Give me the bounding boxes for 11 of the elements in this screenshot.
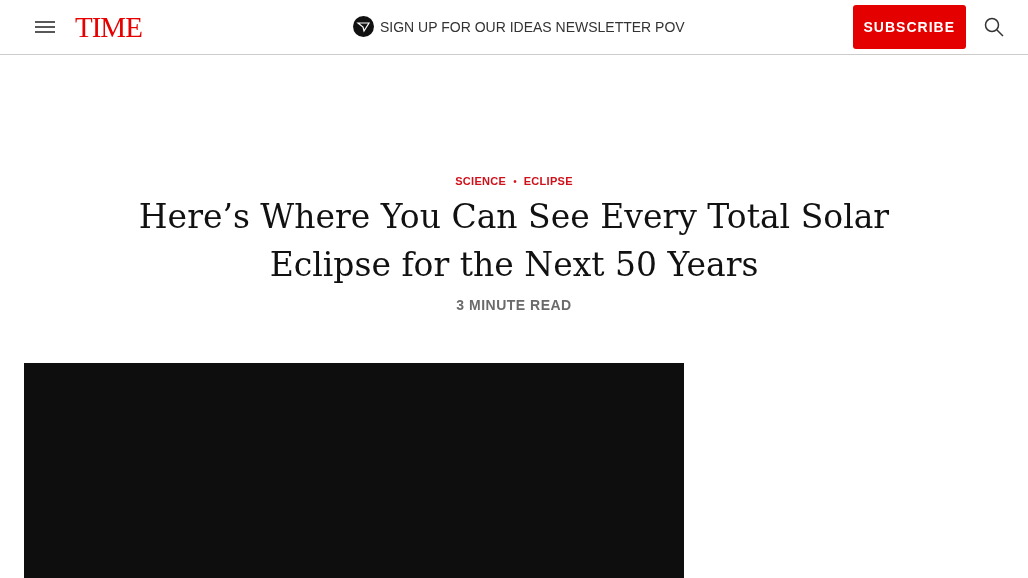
- category-tag[interactable]: SCIENCE: [455, 175, 507, 187]
- menu-icon[interactable]: [35, 21, 55, 33]
- search-icon[interactable]: [984, 17, 1004, 37]
- category-tag[interactable]: ECLIPSE: [523, 175, 573, 187]
- paper-plane-icon: [353, 16, 374, 37]
- tag-separator: •: [513, 175, 517, 187]
- newsletter-link[interactable]: SIGN UP FOR OUR IDEAS NEWSLETTER POV: [380, 18, 685, 35]
- logo[interactable]: TIME: [75, 12, 142, 42]
- subscribe-button[interactable]: SUBSCRIBE: [852, 5, 966, 49]
- article-title: Here’s Where You Can See Every Total Solar Eclipse for the Next 50 Years: [137, 196, 891, 286]
- read-time: 3 MINUTE READ: [456, 297, 572, 313]
